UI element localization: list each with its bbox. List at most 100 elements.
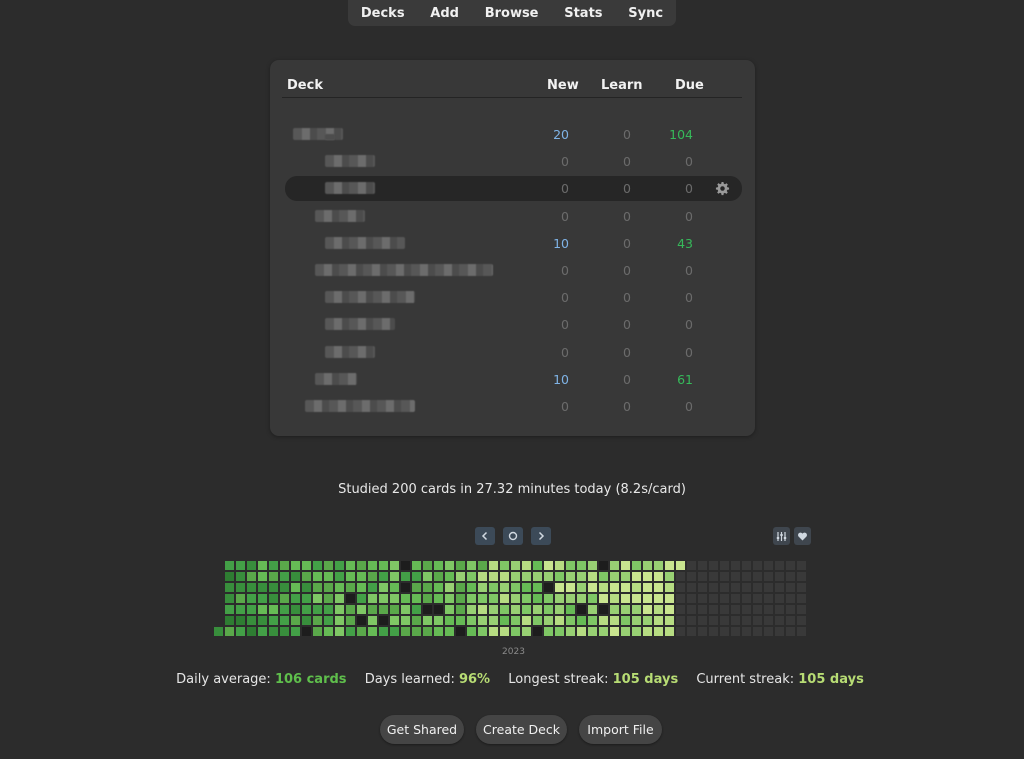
heatmap-day[interactable] bbox=[577, 583, 586, 592]
heatmap-day[interactable] bbox=[654, 583, 663, 592]
heatmap-day[interactable] bbox=[632, 627, 641, 636]
heatmap-day[interactable] bbox=[676, 627, 685, 636]
heatmap-day[interactable] bbox=[500, 561, 509, 570]
heatmap-day[interactable] bbox=[709, 561, 718, 570]
heatmap-day[interactable] bbox=[786, 627, 795, 636]
heatmap-day[interactable] bbox=[665, 561, 674, 570]
heatmap-day[interactable] bbox=[434, 627, 443, 636]
heatmap-day[interactable] bbox=[676, 583, 685, 592]
heatmap-day[interactable] bbox=[368, 583, 377, 592]
heatmap-day[interactable] bbox=[599, 627, 608, 636]
heatmap-day[interactable] bbox=[632, 561, 641, 570]
heatmap-day[interactable] bbox=[401, 561, 410, 570]
heatmap-day[interactable] bbox=[599, 605, 608, 614]
heatmap-day[interactable] bbox=[500, 605, 509, 614]
heatmap-day[interactable] bbox=[643, 594, 652, 603]
deck-name-redacted[interactable] bbox=[325, 346, 375, 358]
heatmap-day[interactable] bbox=[709, 594, 718, 603]
get-shared-button[interactable]: Get Shared bbox=[380, 715, 464, 744]
heatmap-day[interactable] bbox=[401, 627, 410, 636]
heatmap-day[interactable] bbox=[588, 605, 597, 614]
heatmap-day[interactable] bbox=[665, 572, 674, 581]
heatmap-day[interactable] bbox=[236, 561, 245, 570]
heatmap-day[interactable] bbox=[313, 572, 322, 581]
heatmap-day[interactable] bbox=[643, 561, 652, 570]
heatmap-day[interactable] bbox=[599, 594, 608, 603]
heatmap-day[interactable] bbox=[214, 627, 223, 636]
heatmap-day[interactable] bbox=[390, 605, 399, 614]
heatmap-day[interactable] bbox=[720, 605, 729, 614]
heatmap-day[interactable] bbox=[687, 594, 696, 603]
heatmap-day[interactable] bbox=[753, 627, 762, 636]
heatmap-day[interactable] bbox=[280, 616, 289, 625]
heatmap-day[interactable] bbox=[335, 572, 344, 581]
heatmap-day[interactable] bbox=[236, 627, 245, 636]
heatmap-day[interactable] bbox=[522, 605, 531, 614]
heatmap-day[interactable] bbox=[269, 594, 278, 603]
deck-row[interactable]: 0 0 0 bbox=[285, 204, 742, 229]
heatmap-day[interactable] bbox=[456, 594, 465, 603]
heatmap-day[interactable] bbox=[302, 583, 311, 592]
heatmap-day[interactable] bbox=[280, 572, 289, 581]
heatmap-day[interactable] bbox=[588, 561, 597, 570]
heatmap-day[interactable] bbox=[544, 561, 553, 570]
heatmap-day[interactable] bbox=[467, 627, 476, 636]
heatmap-day[interactable] bbox=[225, 583, 234, 592]
heatmap-day[interactable] bbox=[280, 561, 289, 570]
heatmap-day[interactable] bbox=[577, 572, 586, 581]
heatmap-day[interactable] bbox=[698, 572, 707, 581]
heatmap-day[interactable] bbox=[676, 616, 685, 625]
heatmap-day[interactable] bbox=[225, 561, 234, 570]
import-file-button[interactable]: Import File bbox=[579, 715, 662, 744]
heatmap-day[interactable] bbox=[500, 572, 509, 581]
heatmap-day[interactable] bbox=[401, 594, 410, 603]
heatmap-day[interactable] bbox=[665, 594, 674, 603]
deck-name-redacted[interactable] bbox=[325, 291, 415, 303]
heatmap-day[interactable] bbox=[412, 616, 421, 625]
heatmap-day[interactable] bbox=[555, 561, 564, 570]
heatmap-day[interactable] bbox=[709, 605, 718, 614]
heatmap-day[interactable] bbox=[610, 572, 619, 581]
heatmap-day[interactable] bbox=[258, 605, 267, 614]
heatmap-day[interactable] bbox=[566, 583, 575, 592]
heatmap-day[interactable] bbox=[588, 616, 597, 625]
heatmap-day[interactable] bbox=[654, 572, 663, 581]
gear-icon[interactable] bbox=[715, 181, 730, 196]
heatmap-day[interactable] bbox=[456, 605, 465, 614]
heatmap-day[interactable] bbox=[709, 627, 718, 636]
heatmap-day[interactable] bbox=[522, 616, 531, 625]
heatmap-day[interactable] bbox=[533, 616, 542, 625]
heatmap-day[interactable] bbox=[632, 572, 641, 581]
heatmap-day[interactable] bbox=[379, 594, 388, 603]
heatmap-day[interactable] bbox=[764, 594, 773, 603]
heatmap-day[interactable] bbox=[621, 627, 630, 636]
heatmap-day[interactable] bbox=[302, 616, 311, 625]
heatmap-day[interactable] bbox=[775, 561, 784, 570]
heatmap-day[interactable] bbox=[753, 616, 762, 625]
heatmap-day[interactable] bbox=[467, 594, 476, 603]
heatmap-day[interactable] bbox=[269, 572, 278, 581]
heatmap-day[interactable] bbox=[467, 605, 476, 614]
heatmap-day[interactable] bbox=[797, 594, 806, 603]
heatmap-day[interactable] bbox=[544, 572, 553, 581]
heatmap-day[interactable] bbox=[423, 605, 432, 614]
heatmap-day[interactable] bbox=[786, 561, 795, 570]
heatmap-day[interactable] bbox=[566, 561, 575, 570]
heatmap-day[interactable] bbox=[621, 572, 630, 581]
heatmap-day[interactable] bbox=[500, 583, 509, 592]
heatmap-day[interactable] bbox=[335, 583, 344, 592]
heatmap-day[interactable] bbox=[236, 572, 245, 581]
deck-row[interactable]: 0 0 0 bbox=[285, 394, 742, 419]
heatmap-day[interactable] bbox=[621, 561, 630, 570]
heatmap-day[interactable] bbox=[247, 605, 256, 614]
heatmap-day[interactable] bbox=[676, 561, 685, 570]
heatmap-day[interactable] bbox=[379, 605, 388, 614]
heatmap-day[interactable] bbox=[335, 605, 344, 614]
heatmap-day[interactable] bbox=[357, 561, 366, 570]
heatmap-day[interactable] bbox=[775, 627, 784, 636]
heatmap-day[interactable] bbox=[412, 561, 421, 570]
heatmap-day[interactable] bbox=[588, 594, 597, 603]
heatmap-day[interactable] bbox=[698, 583, 707, 592]
heatmap-day[interactable] bbox=[654, 561, 663, 570]
heatmap-day[interactable] bbox=[445, 572, 454, 581]
